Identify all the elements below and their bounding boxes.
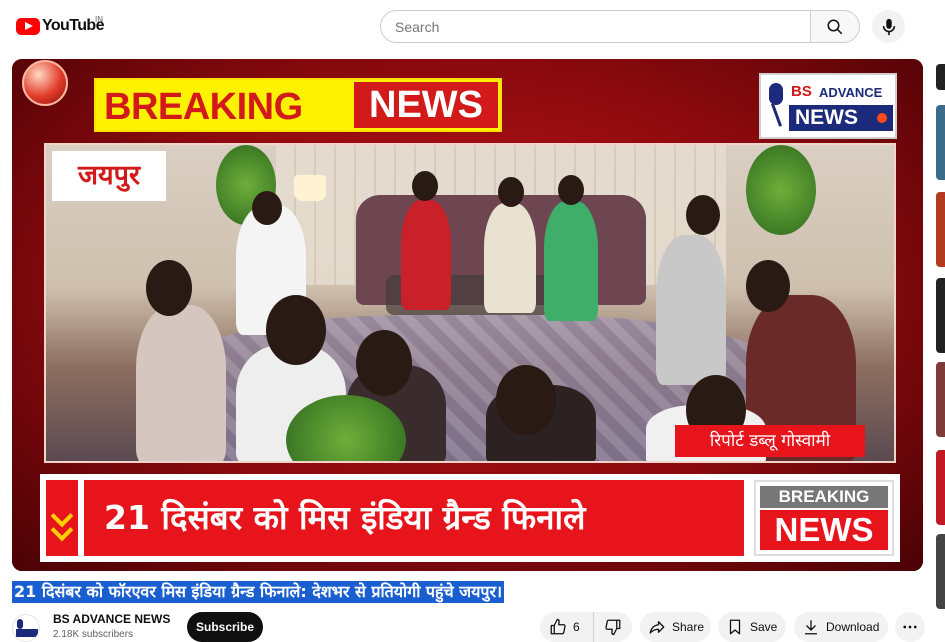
scene-head xyxy=(146,260,192,316)
brand-bs: BS xyxy=(791,83,812,100)
microphone-icon xyxy=(769,83,783,105)
scene-head xyxy=(686,195,720,235)
scene-person xyxy=(136,305,226,461)
share-button[interactable]: Share xyxy=(640,612,711,642)
scene-plant xyxy=(746,145,816,235)
related-video-thumbnail[interactable] xyxy=(936,192,945,267)
related-video-thumbnail[interactable] xyxy=(936,450,945,525)
like-button[interactable]: 6 xyxy=(540,612,594,642)
bookmark-icon xyxy=(729,619,741,635)
ticker-headline: 21 दिसंबर को मिस इंडिया ग्रैन्ड फिनाले xyxy=(84,480,744,556)
voice-search-button[interactable] xyxy=(872,10,905,43)
scene-head xyxy=(558,175,584,205)
city-label: जयपुर xyxy=(52,151,166,201)
ticker-badge-top: BREAKING xyxy=(760,486,888,508)
scene-head xyxy=(252,191,282,225)
scene-person xyxy=(484,203,536,313)
channel-brand-logo: BS ADVANCE NEWS xyxy=(759,73,897,139)
scene-head xyxy=(412,171,438,201)
brand-advance: ADVANCE xyxy=(819,85,883,100)
scene-head xyxy=(356,330,412,396)
scene-head xyxy=(498,177,524,207)
news-text: NEWS xyxy=(354,82,498,128)
scene-head xyxy=(266,295,326,365)
more-horizontal-icon xyxy=(903,625,917,629)
country-code: IN xyxy=(95,15,103,24)
thumbs-up-icon xyxy=(550,618,566,635)
related-video-thumbnail[interactable] xyxy=(936,278,945,353)
share-icon xyxy=(649,621,665,634)
search-bar xyxy=(380,10,860,43)
dislike-button[interactable] xyxy=(594,612,632,642)
like-count: 6 xyxy=(573,620,580,634)
breaking-text: BREAKING xyxy=(104,86,303,128)
video-player[interactable]: BREAKING NEWS BS ADVANCE NEWS जयपुर रिपो… xyxy=(12,59,923,571)
breaking-news-banner: BREAKING NEWS xyxy=(94,78,502,132)
scene-person xyxy=(656,235,726,385)
channel-name[interactable]: BS ADVANCE NEWS xyxy=(53,612,170,626)
video-scene xyxy=(44,143,896,463)
save-label: Save xyxy=(750,620,778,634)
download-icon xyxy=(805,620,817,635)
search-button[interactable] xyxy=(810,10,860,43)
reporter-label: रिपोर्ट डब्लू गोस्वामी xyxy=(675,425,865,457)
search-input[interactable] xyxy=(380,10,810,43)
more-actions-button[interactable] xyxy=(895,612,925,642)
news-ticker: 21 दिसंबर को मिस इंडिया ग्रैन्ड फिनाले B… xyxy=(40,474,900,562)
avatar-news xyxy=(16,629,38,637)
related-video-thumbnail[interactable] xyxy=(936,534,945,609)
subscribe-button[interactable]: Subscribe xyxy=(187,612,263,642)
brand-news-text: NEWS xyxy=(795,106,858,129)
thumbs-down-icon xyxy=(605,619,621,636)
channel-avatar[interactable] xyxy=(12,614,40,642)
masthead: YouTube IN xyxy=(0,0,945,56)
chevron-mark xyxy=(50,518,74,542)
youtube-logo[interactable]: YouTube xyxy=(16,17,104,35)
chevron-down-icon xyxy=(46,480,78,556)
avatar-mic xyxy=(17,619,23,629)
like-dislike-group: 6 xyxy=(540,612,632,642)
brand-news: NEWS xyxy=(789,105,893,131)
globe-graphic xyxy=(22,60,68,106)
video-title[interactable]: 21 दिसंबर को फॉरएवर मिस इंडिया ग्रैन्ड फ… xyxy=(12,581,505,603)
ticker-breaking-badge: BREAKING NEWS xyxy=(754,480,894,556)
microphone-handle xyxy=(770,103,783,127)
related-video-thumbnail[interactable] xyxy=(936,105,945,180)
scene-head xyxy=(746,260,790,312)
download-label: Download xyxy=(826,620,880,634)
search-icon xyxy=(827,19,843,34)
ticker-badge-bottom: NEWS xyxy=(760,510,888,550)
download-button[interactable]: Download xyxy=(794,612,888,642)
scene-head xyxy=(496,365,556,435)
scene-person xyxy=(401,200,451,310)
brand-dot xyxy=(877,113,887,123)
save-button[interactable]: Save xyxy=(718,612,786,642)
subscriber-count: 2.18K subscribers xyxy=(53,629,134,640)
mic-icon xyxy=(882,18,895,35)
related-video-thumbnail[interactable] xyxy=(936,362,945,437)
scene-person xyxy=(544,201,598,321)
related-video-thumbnail[interactable] xyxy=(936,64,945,90)
share-label: Share xyxy=(672,620,705,634)
scene-lamp xyxy=(294,175,326,201)
youtube-play-icon xyxy=(16,17,40,35)
